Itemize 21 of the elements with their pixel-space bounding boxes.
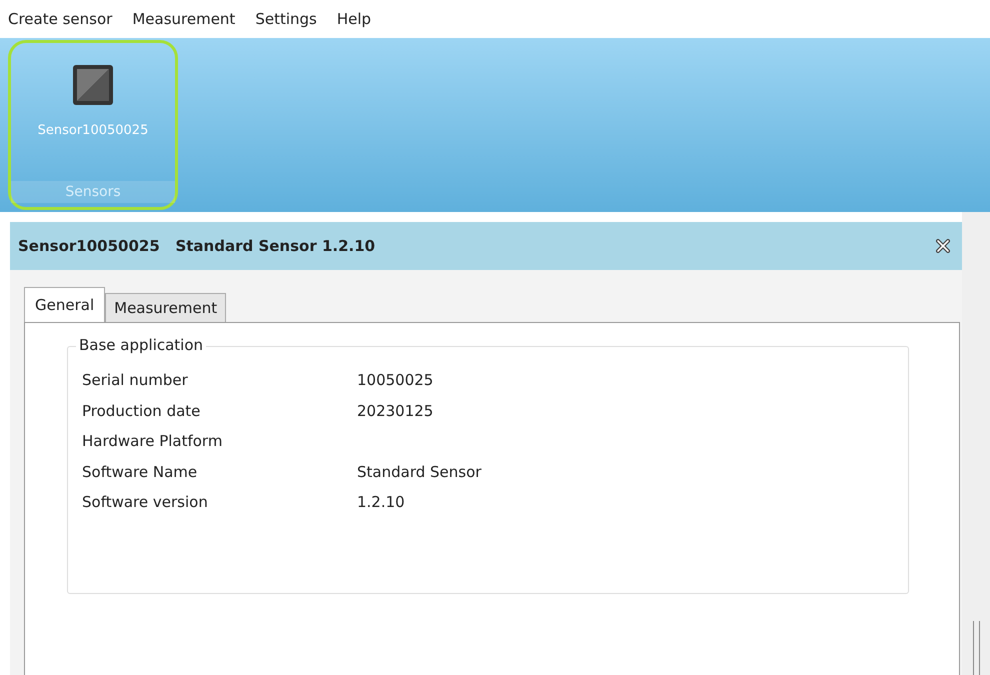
field-value: 10050025 <box>357 371 434 390</box>
menu-item[interactable]: Create sensor <box>6 10 114 28</box>
close-icon[interactable] <box>936 239 950 253</box>
field-label: Software Name <box>82 462 198 481</box>
field-label: Software version <box>82 493 209 512</box>
menu-item[interactable]: Help <box>334 10 374 28</box>
field-value: 1.2.10 <box>357 493 406 512</box>
sensor-label: Sensor10050025 <box>38 123 148 138</box>
scrollbar[interactable] <box>972 621 980 675</box>
field-label: Production date <box>82 402 202 420</box>
group-title: Base application <box>76 336 206 354</box>
menu-item[interactable]: Measurement <box>130 10 238 28</box>
field-label: Hardware Platform <box>82 432 224 450</box>
tab[interactable]: General <box>24 287 106 322</box>
field-value: 20230125 <box>357 402 434 420</box>
group-label: Sensors <box>11 181 175 203</box>
tab[interactable]: Measurement <box>105 293 226 322</box>
field-value: Standard Sensor <box>357 462 482 481</box>
field-label: Serial number <box>82 371 189 390</box>
menu-item[interactable]: Settings <box>253 10 319 28</box>
panel-title: Sensor10050025 Standard Sensor 1.2.10 <box>18 237 376 255</box>
